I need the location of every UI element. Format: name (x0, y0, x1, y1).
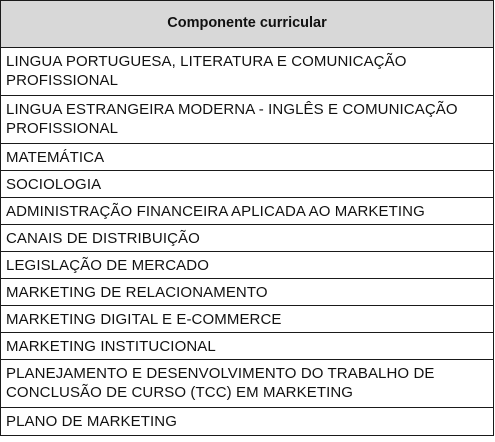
table-cell: MARKETING DE RELACIONAMENTO (0, 278, 494, 306)
table-cell: LINGUA PORTUGUESA, LITERATURA E COMUNICA… (0, 47, 494, 96)
table-cell: MATEMÁTICA (0, 143, 494, 171)
table-cell: MARKETING INSTITUCIONAL (0, 332, 494, 360)
table-cell: PLANO DE MARKETING (0, 407, 494, 436)
table-row: MARKETING DE RELACIONAMENTO (0, 278, 494, 306)
table-row: MARKETING INSTITUCIONAL (0, 332, 494, 360)
column-header-componente-curricular: Componente curricular (0, 0, 494, 48)
table-row: SOCIOLOGIA (0, 170, 494, 198)
table-cell: SOCIOLOGIA (0, 170, 494, 198)
curriculum-table: Componente curricular LINGUA PORTUGUESA,… (0, 0, 494, 436)
table-cell: LEGISLAÇÃO DE MERCADO (0, 251, 494, 279)
table-row: CANAIS DE DISTRIBUIÇÃO (0, 224, 494, 252)
table-header-row: Componente curricular (0, 0, 494, 48)
table-cell: LINGUA ESTRANGEIRA MODERNA - INGLÊS E CO… (0, 95, 494, 144)
table-cell: PLANEJAMENTO E DESENVOLVIMENTO DO TRABAL… (0, 359, 494, 408)
table-cell: MARKETING DIGITAL E E-COMMERCE (0, 305, 494, 333)
table-row: PLANO DE MARKETING (0, 407, 494, 436)
table-row: MATEMÁTICA (0, 143, 494, 171)
table-row: LINGUA ESTRANGEIRA MODERNA - INGLÊS E CO… (0, 95, 494, 144)
table-row: ADMINISTRAÇÃO FINANCEIRA APLICADA AO MAR… (0, 197, 494, 225)
table-row: PLANEJAMENTO E DESENVOLVIMENTO DO TRABAL… (0, 359, 494, 408)
table-cell: CANAIS DE DISTRIBUIÇÃO (0, 224, 494, 252)
table-cell: ADMINISTRAÇÃO FINANCEIRA APLICADA AO MAR… (0, 197, 494, 225)
table-row: LINGUA PORTUGUESA, LITERATURA E COMUNICA… (0, 47, 494, 96)
table-row: MARKETING DIGITAL E E-COMMERCE (0, 305, 494, 333)
table-row: LEGISLAÇÃO DE MERCADO (0, 251, 494, 279)
